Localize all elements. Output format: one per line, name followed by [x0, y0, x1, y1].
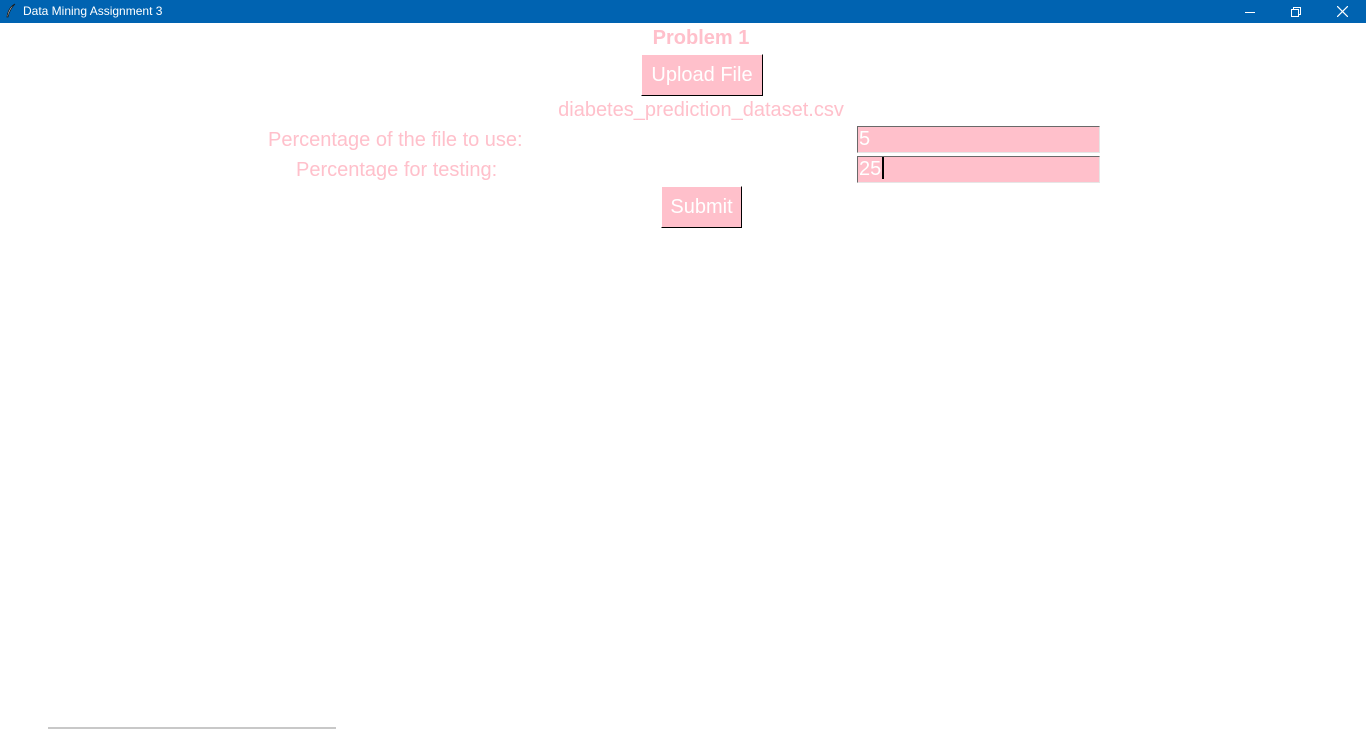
main-content: Problem 1 Upload File diabetes_predictio…: [0, 23, 1366, 729]
selected-file-label: diabetes_prediction_dataset.csv: [558, 99, 844, 121]
restore-button[interactable]: [1273, 0, 1319, 23]
minimize-icon: [1245, 11, 1255, 13]
submit-button[interactable]: Submit: [661, 186, 742, 228]
feather-icon: [6, 3, 16, 18]
text-cursor: [882, 157, 885, 179]
close-button[interactable]: [1319, 0, 1365, 23]
testing-percentage-value: 25: [859, 158, 882, 180]
file-percentage-label: Percentage of the file to use:: [268, 129, 523, 151]
testing-percentage-input[interactable]: 25: [857, 156, 1100, 183]
restore-icon: [1291, 6, 1301, 17]
close-icon: [1336, 6, 1348, 17]
page-title: Problem 1: [652, 27, 750, 49]
testing-percentage-label: Percentage for testing:: [296, 159, 498, 181]
window-titlebar[interactable]: Data Mining Assignment 3: [0, 0, 1366, 23]
upload-file-button[interactable]: Upload File: [641, 54, 763, 96]
window-title: Data Mining Assignment 3: [23, 4, 163, 18]
file-percentage-value: 5: [859, 128, 871, 150]
minimize-button[interactable]: [1227, 0, 1273, 23]
file-percentage-input[interactable]: 5: [857, 126, 1100, 153]
